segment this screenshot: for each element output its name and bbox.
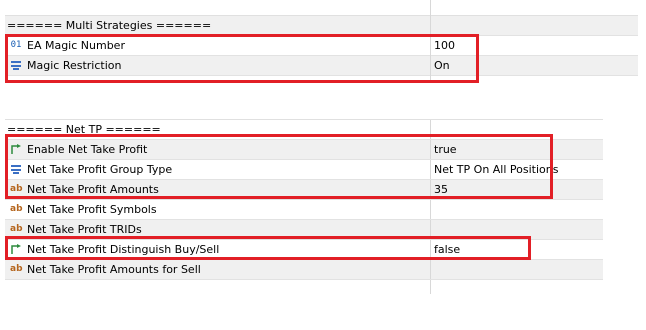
param-name: Net Take Profit Amounts xyxy=(27,183,159,196)
string-ab-icon: ab xyxy=(10,224,23,234)
enum-list-icon xyxy=(10,60,22,71)
param-row-net-tp-symbols[interactable]: ab Net Take Profit Symbols xyxy=(5,200,603,220)
param-name: EA Magic Number xyxy=(27,39,125,52)
param-row-enable-net-take-profit[interactable]: Enable Net Take Profit true xyxy=(5,140,603,160)
param-value[interactable]: 100 xyxy=(434,36,455,55)
panel2-column-extension xyxy=(430,280,431,294)
panel-top-strip xyxy=(5,104,603,120)
boolean-arrow-icon xyxy=(10,144,22,155)
param-name: Net Take Profit TRIDs xyxy=(27,223,142,236)
param-row-magic-restriction[interactable]: Magic Restriction On xyxy=(5,56,638,76)
boolean-arrow-icon xyxy=(10,244,22,255)
param-value[interactable]: Net TP On All Positions xyxy=(434,160,558,179)
panel1-column-extension xyxy=(430,0,431,82)
section-header-label: ====== Net TP ====== xyxy=(7,123,161,136)
param-name: Net Take Profit Symbols xyxy=(27,203,157,216)
string-ab-icon: ab xyxy=(10,204,23,214)
section-header-label: ====== Multi Strategies ====== xyxy=(7,19,212,32)
param-row-net-tp-group-type[interactable]: Net Take Profit Group Type Net TP On All… xyxy=(5,160,603,180)
param-value[interactable]: 35 xyxy=(434,180,448,199)
section-header-row: ====== Net TP ====== xyxy=(5,120,603,140)
param-row-net-tp-amounts[interactable]: ab Net Take Profit Amounts 35 xyxy=(5,180,603,200)
inputs-panel-net-tp: ====== Net TP ====== Enable Net Take Pro… xyxy=(5,104,603,294)
string-ab-icon: ab xyxy=(10,184,23,194)
param-row-net-tp-distinguish-buy-sell[interactable]: Net Take Profit Distinguish Buy/Sell fal… xyxy=(5,240,603,260)
param-name: Net Take Profit Distinguish Buy/Sell xyxy=(27,243,220,256)
section-header-row: ====== Multi Strategies ====== xyxy=(5,16,638,36)
enum-list-icon xyxy=(10,164,22,175)
param-value[interactable]: On xyxy=(434,56,450,75)
inputs-panel-multi-strategies: ====== Multi Strategies ====== 01 EA Mag… xyxy=(5,0,638,82)
string-ab-icon: ab xyxy=(10,264,23,274)
param-row-net-tp-trids[interactable]: ab Net Take Profit TRIDs xyxy=(5,220,603,240)
param-name: Net Take Profit Group Type xyxy=(27,163,173,176)
param-name: Magic Restriction xyxy=(27,59,122,72)
numeric-icon: 01 xyxy=(10,40,22,50)
param-row-ea-magic-number[interactable]: 01 EA Magic Number 100 xyxy=(5,36,638,56)
param-name: Enable Net Take Profit xyxy=(27,143,148,156)
panel-top-strip xyxy=(5,0,638,16)
param-value[interactable]: false xyxy=(434,240,460,259)
param-row-net-tp-amounts-for-sell[interactable]: ab Net Take Profit Amounts for Sell xyxy=(5,260,603,280)
param-name: Net Take Profit Amounts for Sell xyxy=(27,263,201,276)
param-value[interactable]: true xyxy=(434,140,457,159)
